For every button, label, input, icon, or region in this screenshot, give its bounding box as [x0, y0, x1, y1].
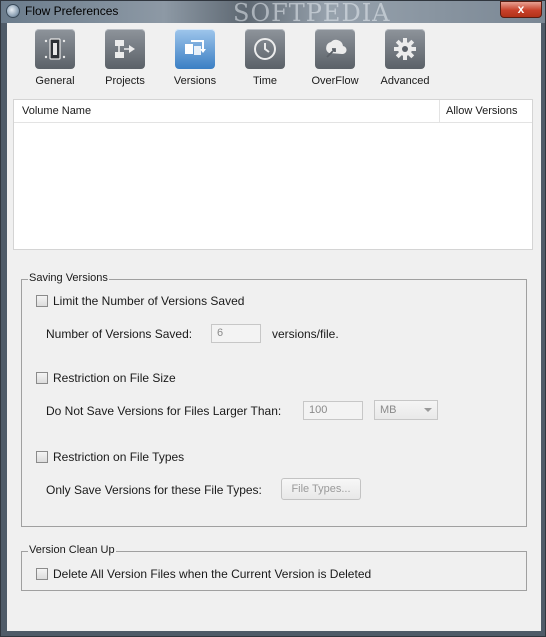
preferences-window: Flow Preferences SOFTPEDIA x General Pro… [0, 0, 546, 637]
tab-time[interactable]: Time [235, 23, 295, 90]
gear-icon [385, 29, 425, 69]
size-unit-select[interactable]: MB [374, 400, 438, 420]
versions-per-file-label: versions/file. [272, 327, 339, 341]
column-separator [439, 100, 440, 122]
chevron-down-icon [424, 408, 432, 412]
tab-versions-label: Versions [173, 75, 217, 87]
file-types-label[interactable]: Restriction on File Types [53, 450, 184, 464]
overflow-icon [315, 29, 355, 69]
tab-advanced[interactable]: Advanced [375, 23, 435, 90]
volume-table[interactable]: Volume Name Allow Versions [13, 99, 533, 250]
delete-versions-checkbox[interactable] [36, 568, 48, 580]
num-versions-input[interactable]: 6 [211, 324, 261, 343]
num-versions-label: Number of Versions Saved: [46, 327, 193, 341]
versions-icon [175, 29, 215, 69]
window-title: Flow Preferences [25, 4, 119, 18]
clock-icon [245, 29, 285, 69]
max-size-input[interactable]: 100 [303, 401, 363, 420]
tab-overflow[interactable]: OverFlow [305, 23, 365, 90]
file-size-checkbox[interactable] [36, 372, 48, 384]
tab-time-label: Time [252, 75, 278, 87]
saving-versions-group: Saving Versions Limit the Number of Vers… [21, 272, 527, 527]
version-cleanup-group: Version Clean Up Delete All Version File… [21, 544, 527, 591]
app-icon [6, 4, 20, 18]
tab-general-label: General [35, 75, 75, 87]
volume-table-header: Volume Name Allow Versions [14, 100, 532, 123]
file-size-label[interactable]: Restriction on File Size [53, 371, 176, 385]
tab-advanced-label: Advanced [380, 75, 430, 87]
tab-projects[interactable]: Projects [95, 23, 155, 90]
client-area: General Projects Versions Time OverFlow … [7, 23, 541, 631]
tab-general[interactable]: General [25, 23, 85, 90]
size-unit-value: MB [380, 404, 397, 416]
close-button[interactable]: x [500, 1, 542, 18]
tab-overflow-label: OverFlow [311, 75, 359, 87]
delete-versions-label[interactable]: Delete All Version Files when the Curren… [53, 567, 371, 581]
column-volume-name[interactable]: Volume Name [22, 105, 91, 117]
projects-icon [105, 29, 145, 69]
limit-versions-checkbox[interactable] [36, 295, 48, 307]
limit-versions-label[interactable]: Limit the Number of Versions Saved [53, 294, 244, 308]
title-bar[interactable]: Flow Preferences SOFTPEDIA x [1, 0, 545, 27]
file-types-checkbox[interactable] [36, 451, 48, 463]
preferences-toolbar: General Projects Versions Time OverFlow … [7, 23, 541, 90]
general-icon [35, 29, 75, 69]
file-types-only-label: Only Save Versions for these File Types: [46, 483, 262, 497]
file-types-button[interactable]: File Types... [281, 478, 361, 500]
tab-projects-label: Projects [105, 75, 145, 87]
column-allow-versions[interactable]: Allow Versions [446, 105, 518, 117]
saving-versions-title: Saving Versions [28, 272, 109, 284]
version-cleanup-title: Version Clean Up [28, 544, 116, 556]
tab-versions[interactable]: Versions [165, 23, 225, 90]
max-size-label: Do Not Save Versions for Files Larger Th… [46, 404, 282, 418]
